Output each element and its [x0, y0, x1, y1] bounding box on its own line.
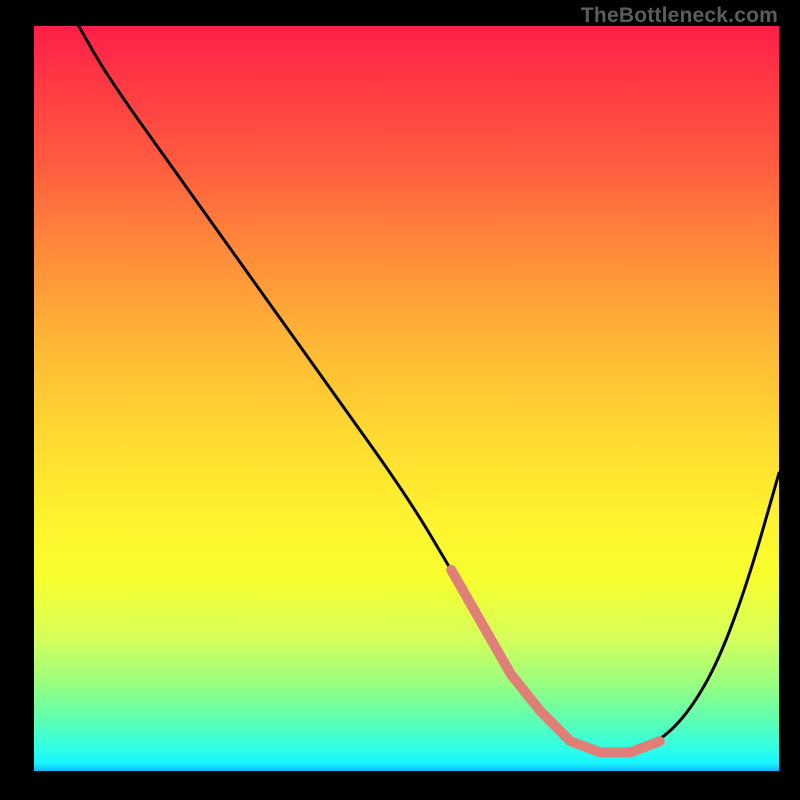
curve-line	[79, 26, 779, 752]
attribution-label: TheBottleneck.com	[581, 4, 778, 28]
chart-frame: TheBottleneck.com	[0, 0, 800, 800]
bottleneck-curve	[34, 26, 779, 771]
optimal-range-marker	[451, 570, 660, 753]
